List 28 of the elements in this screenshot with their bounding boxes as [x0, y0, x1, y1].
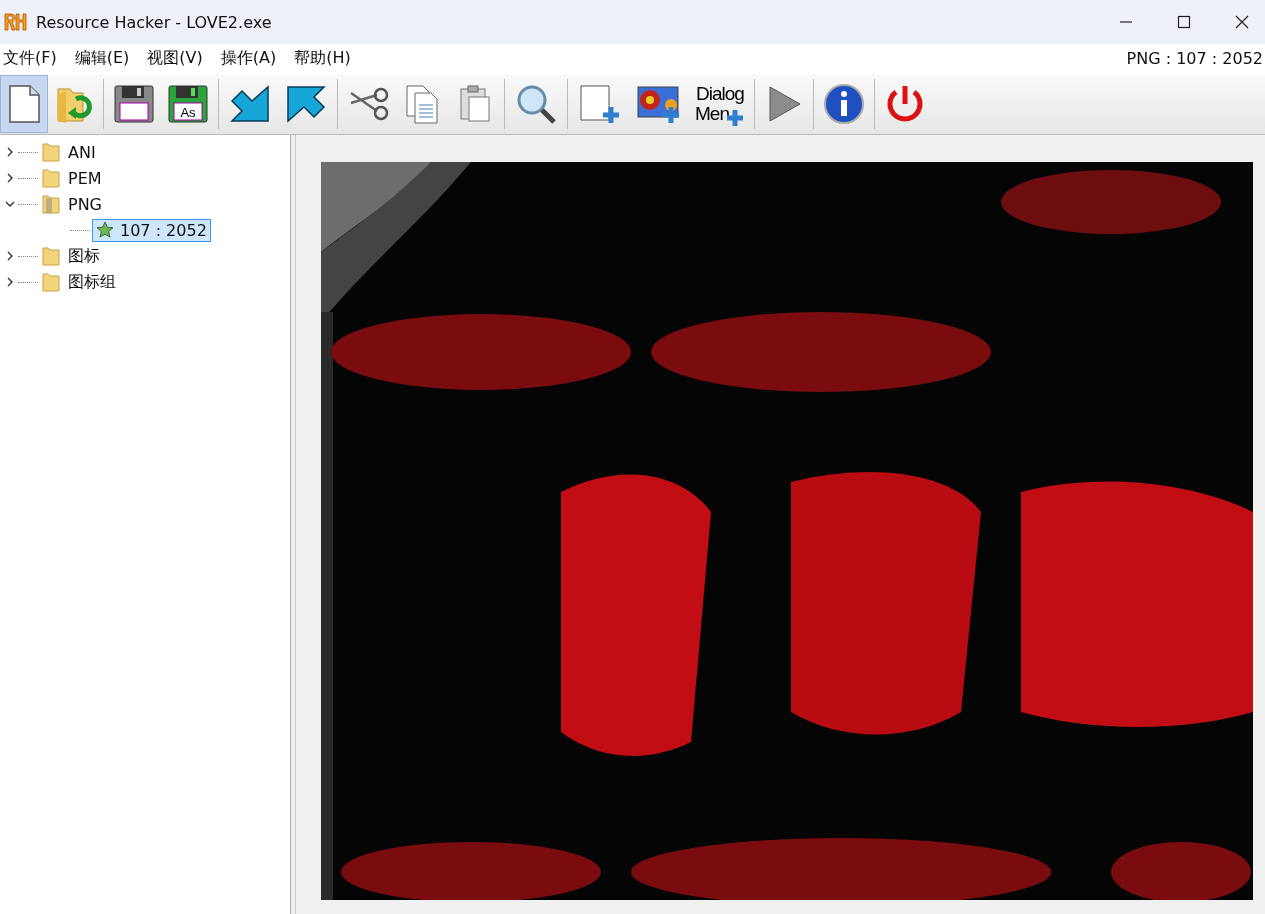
menu-item[interactable]: 视图(V) [144, 47, 213, 69]
tree-item[interactable]: PNG [68, 194, 102, 214]
folder-icon [40, 245, 62, 267]
window-title: Resource Hacker - LOVE2.exe [36, 12, 272, 32]
menu-item[interactable]: 帮助(H) [291, 47, 361, 69]
open-folder-icon [40, 193, 62, 215]
arrow-icon [284, 83, 328, 125]
menu-item[interactable]: 文件(F) [0, 47, 67, 69]
maximize-icon [1177, 15, 1191, 29]
folder-icon [40, 141, 62, 163]
close-icon [1235, 15, 1249, 29]
star-icon [96, 221, 114, 239]
document-icon [7, 84, 41, 124]
info-icon [823, 83, 865, 125]
tree-item[interactable]: 107 : 2052 [92, 218, 211, 242]
tree-item[interactable]: ANI [68, 142, 96, 162]
app-logo-icon [4, 12, 28, 32]
menu-item[interactable]: 操作(A) [217, 47, 287, 69]
new-button[interactable] [0, 75, 48, 133]
folder-icon [40, 167, 62, 189]
menu-item[interactable]: 编辑(E) [71, 47, 140, 69]
tree-item[interactable]: 图标组 [68, 271, 116, 293]
save-as-button[interactable]: As [161, 75, 215, 133]
folder-icon [40, 271, 62, 293]
resource-path: PNG : 107 : 2052 [1126, 48, 1263, 68]
tree-item[interactable]: PEM [68, 168, 102, 188]
arrow-icon [228, 83, 272, 125]
tree-item[interactable]: 图标 [68, 245, 100, 267]
